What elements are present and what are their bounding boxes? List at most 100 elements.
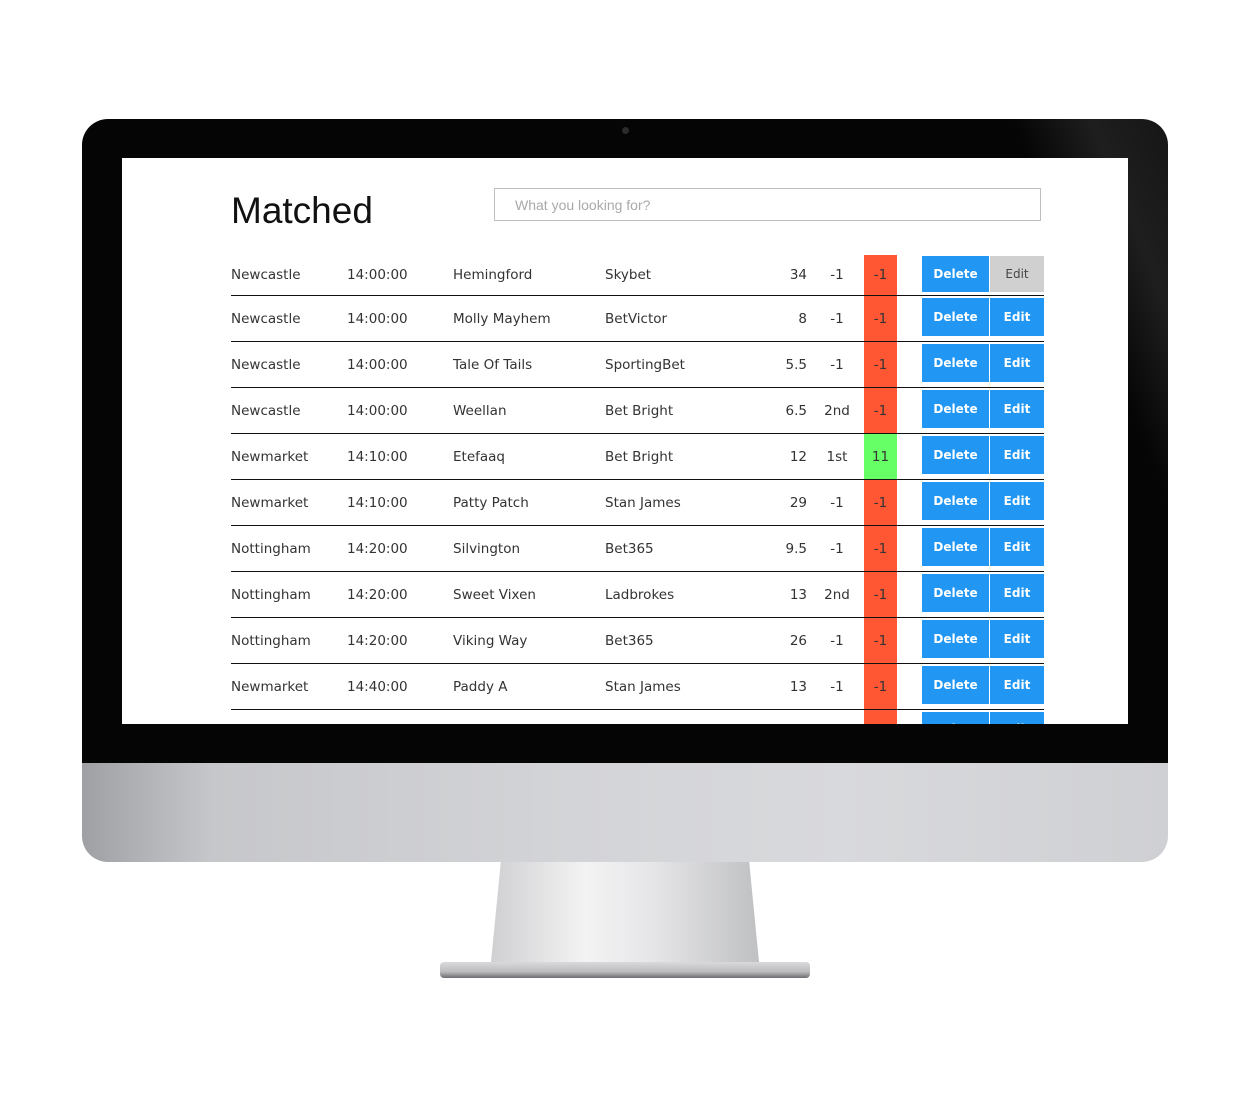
table-row: Newcastle 14:00:00 Hemingford Skybet 34 -1 -1 D… [231,255,1044,296]
app-screen: Matched Newcastle 14:00:00 Hemingford Skybe… [122,158,1128,724]
edit-button[interactable]: Edit [990,712,1044,724]
cell-odds: 34 [789,267,807,283]
cell-time: 14:10:00 [347,448,408,465]
row-actions: DeleteEdit [922,256,1044,292]
cell-horse: Paddy A [453,678,508,695]
edit-button[interactable]: Edit [990,390,1044,428]
cell-profit-loss: -1 [864,664,897,709]
cell-track: Newcastle [231,310,301,327]
delete-button[interactable]: Delete [922,344,989,382]
cell-bookmaker: SportingBet [605,710,685,724]
edit-button[interactable]: Edit [990,256,1044,292]
edit-button[interactable]: Edit [990,344,1044,382]
row-actions: DeleteEdit [922,666,1044,704]
cell-time: 14:10:00 [347,494,408,511]
cell-time: 14:40:00 [347,678,408,695]
cell-profit-loss: -1 [864,618,897,663]
cell-odds: 5.5 [785,356,807,373]
edit-button[interactable]: Edit [990,482,1044,520]
cell-horse: Viking Way [453,632,528,649]
cell-odds: 29 [789,494,807,511]
cell-horse: Etefaaq [453,448,505,465]
cell-profit-loss: -1 [864,710,897,724]
cell-track: Newmarket [231,678,309,695]
cell-position: -1 [830,267,844,283]
table-row: Newcastle 14:00:00 Molly Mayhem BetVictor 8 -… [231,296,1044,342]
cell-profit-loss: -1 [864,526,897,571]
row-actions: DeleteEdit [922,620,1044,658]
cell-odds: 13 [789,678,807,695]
table-row: Nottingham 14:20:00 Viking Way Bet365 26 -1 -1… [231,618,1044,664]
bets-table: Newcastle 14:00:00 Hemingford Skybet 34 -1 -1 D… [231,255,1044,724]
cell-bookmaker: Bet365 [605,540,654,557]
delete-button[interactable]: Delete [922,256,989,292]
edit-button[interactable]: Edit [990,666,1044,704]
table-row: Newmarket 14:10:00 Etefaaq Bet Bright 12 1st 1… [231,434,1044,480]
cell-track: Nottingham [231,632,311,649]
cell-position: -1 [830,356,844,373]
cell-time: 14:20:00 [347,540,408,557]
cell-time: 14:00:00 [347,310,408,327]
cell-profit-loss: -1 [864,388,897,433]
table-row: Newcastle 14:00:00 Tale Of Tails SportingBe… [231,342,1044,388]
delete-button[interactable]: Delete [922,574,989,612]
cell-track: Nottingham [231,540,311,557]
cell-odds: 13 [789,586,807,603]
cell-odds: 8 [798,310,807,327]
cell-position: 2nd [824,402,850,419]
delete-button[interactable]: Delete [922,482,989,520]
delete-button[interactable]: Delete [922,620,989,658]
cell-horse: Patty Patch [453,494,529,511]
delete-button[interactable]: Delete [922,666,989,704]
cell-bookmaker: BetVictor [605,310,668,327]
cell-position: 2nd [824,586,850,603]
cell-position: -1 [821,710,853,724]
monitor-base [440,962,810,978]
delete-button[interactable]: Delete [922,712,989,724]
cell-bookmaker: Stan James [605,494,681,511]
row-actions: DeleteEdit [922,712,1044,724]
delete-button[interactable]: Delete [922,298,989,336]
cell-time: 14:00:00 [347,356,408,373]
table-row: Nottingham 14:20:00 Silvington Bet365 9.5 -1 -… [231,526,1044,572]
cell-odds: 6.5 [785,402,807,419]
cell-track: Newcastle [231,267,301,283]
cell-profit-loss: -1 [864,296,897,341]
cell-horse: Sweet Vixen [453,586,536,603]
cell-position: -1 [830,310,844,327]
delete-button[interactable]: Delete [922,528,989,566]
row-actions: DeleteEdit [922,574,1044,612]
cell-position: -1 [830,632,844,649]
cell-odds: 13 [761,710,807,724]
row-actions: DeleteEdit [922,482,1044,520]
table-row: Newcastle 14:00:00 Weellan Bet Bright 6.5 2nd… [231,388,1044,434]
edit-button[interactable]: Edit [990,574,1044,612]
cell-bookmaker: Bet Bright [605,402,674,419]
cell-profit-loss: -1 [864,342,897,387]
cell-time: 14:00:00 [347,402,408,419]
edit-button[interactable]: Edit [990,436,1044,474]
table-row: Newmarket 14:40:00 Paddy A Stan James 13 -1 -1… [231,664,1044,710]
cell-track: Newcastle [231,356,301,373]
cell-track: Newmarket [231,710,308,724]
cell-time: 14:20:00 [347,586,408,603]
search-input[interactable] [494,188,1041,221]
delete-button[interactable]: Delete [922,390,989,428]
delete-button[interactable]: Delete [922,436,989,474]
cell-horse: Silvington [453,540,521,557]
cell-track: Newmarket [231,448,309,465]
cell-horse: Tale Of Tails [453,356,533,373]
cell-position: 1st [826,448,848,465]
cell-horse: Peterhouse [453,710,529,724]
edit-button[interactable]: Edit [990,298,1044,336]
row-actions: DeleteEdit [922,436,1044,474]
cell-time: 14:40:00 [347,710,408,724]
cell-horse: Weellan [453,402,507,419]
page-title: Matched [231,190,373,231]
cell-odds: 9.5 [785,540,807,557]
edit-button[interactable]: Edit [990,528,1044,566]
edit-button[interactable]: Edit [990,620,1044,658]
cell-profit-loss: -1 [864,572,897,617]
cell-bookmaker: Bet365 [605,632,654,649]
cell-track: Newcastle [231,402,301,419]
